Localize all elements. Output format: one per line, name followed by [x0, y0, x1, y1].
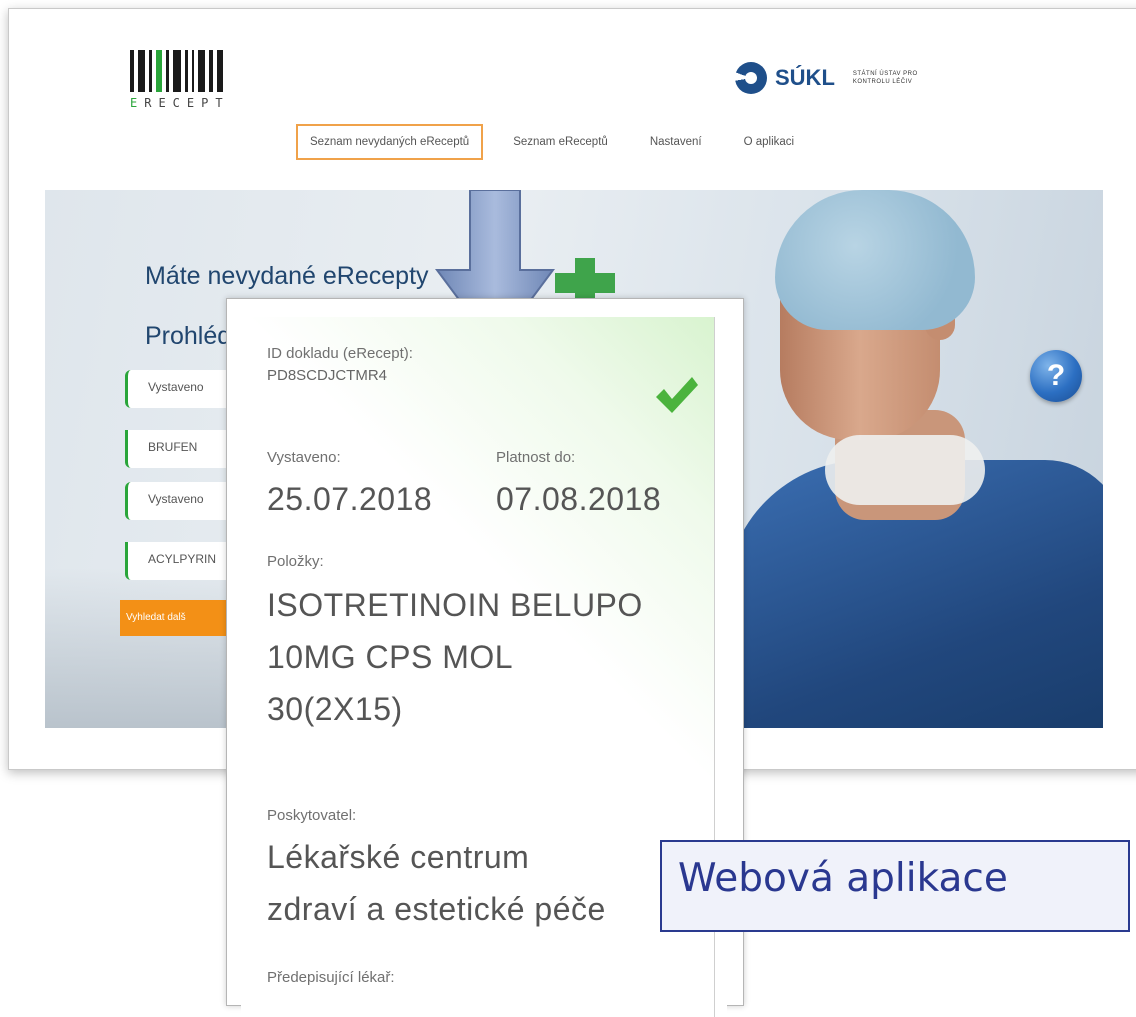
doctor-label: Předepisující lékař:	[267, 969, 395, 986]
tab-unissued-prescriptions[interactable]: Seznam nevydaných eReceptů	[296, 124, 484, 160]
popup-content: ID dokladu (eRecept): PD8SCDJCTMR4 Vysta…	[241, 317, 727, 1017]
provider-line: zdraví a estetické péče	[267, 891, 606, 927]
issued-value: 25.07.2018	[267, 481, 433, 517]
provider-line: Lékařské centrum	[267, 839, 530, 875]
valid-value: 07.08.2018	[496, 481, 662, 517]
check-icon	[656, 377, 698, 413]
issued-label: Vystaveno:	[267, 449, 341, 466]
help-icon[interactable]: ?	[1030, 350, 1082, 402]
sukl-mark-icon	[735, 62, 767, 94]
id-value: PD8SCDJCTMR4	[267, 367, 388, 384]
tab-settings[interactable]: Nastavení	[638, 126, 714, 158]
sukl-name: SÚKL	[775, 65, 835, 90]
barcode-icon	[130, 50, 270, 92]
item-line: 30(2X15)	[267, 691, 403, 727]
card-item: ACYLPYRIN	[148, 552, 217, 566]
card-date-label: Vystaveno	[148, 492, 204, 506]
sukl-logo: SÚKL STÁTNÍ ÚSTAV PRO KONTROLU LÉČIV	[735, 62, 933, 94]
tab-about[interactable]: O aplikaci	[732, 126, 807, 158]
item-line: 10MG CPS MOL	[267, 639, 514, 675]
logo-word: ERECEPT	[130, 96, 230, 110]
item-line: ISOTRETINOIN BELUPO	[267, 587, 643, 623]
doctor-photo	[685, 190, 1103, 728]
card-item: BRUFEN	[148, 440, 198, 454]
valid-label: Platnost do:	[496, 449, 576, 466]
card-date-label: Vystaveno	[148, 380, 204, 394]
tab-prescriptions[interactable]: Seznam eReceptů	[501, 126, 620, 158]
web-app-label: Webová aplikace	[660, 840, 1130, 932]
id-label: ID dokladu (eRecept):	[267, 345, 413, 362]
main-nav: Seznam nevydaných eReceptů Seznam eRecep…	[296, 124, 824, 160]
erecept-logo: ERECEPT	[130, 50, 270, 130]
items-label: Položky:	[267, 553, 324, 570]
provider-label: Poskytovatel:	[267, 807, 357, 824]
sukl-subtitle: STÁTNÍ ÚSTAV PRO KONTROLU LÉČIV	[852, 71, 918, 85]
hero-title: Máte nevydané eRecepty	[145, 262, 429, 290]
